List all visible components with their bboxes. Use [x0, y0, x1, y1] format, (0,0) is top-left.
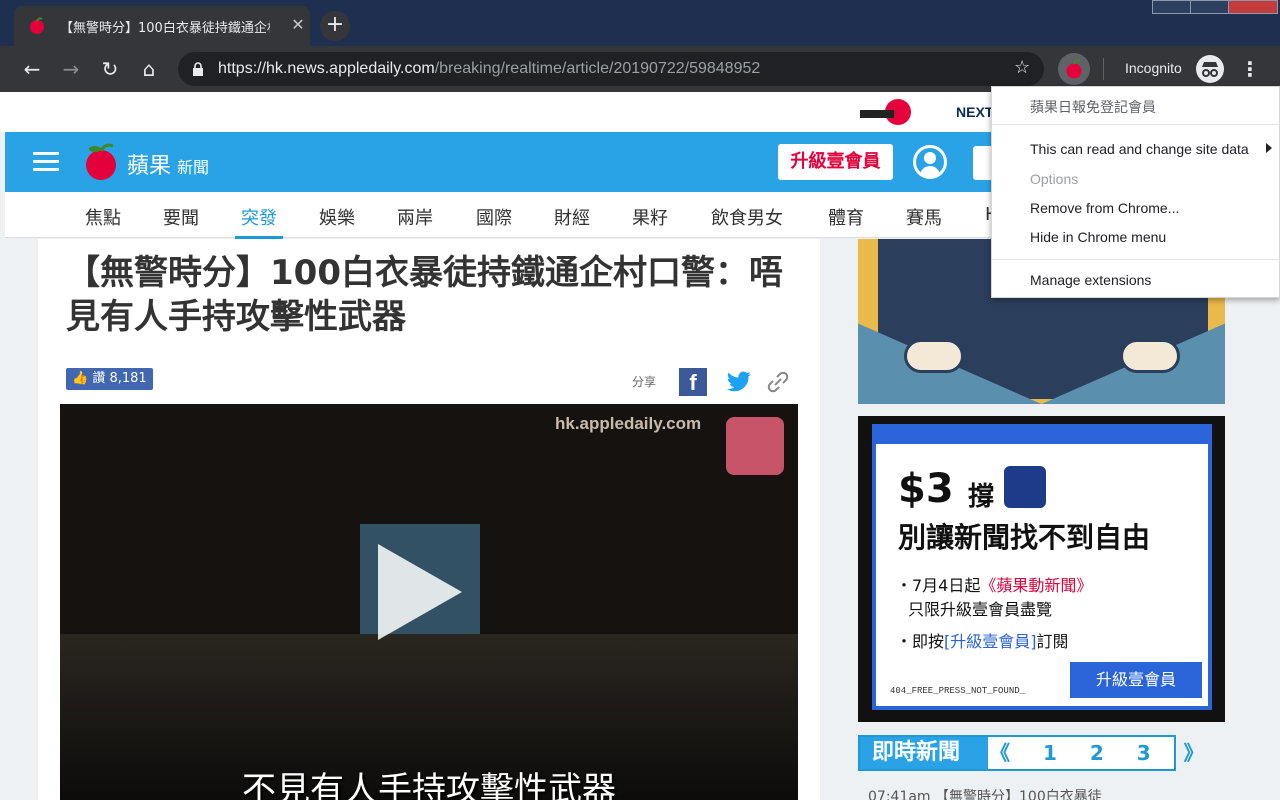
- tab-close-icon[interactable]: ✕: [288, 15, 308, 35]
- brand-name: 蘋果: [127, 154, 172, 179]
- menu-item-hide[interactable]: Hide in Chrome menu: [1030, 229, 1166, 245]
- ad-card: $3 撐 別讓新聞找不到自由 ・7月4日起《蘋果動新聞》 只限升級壹會員盡覽 ・…: [872, 424, 1212, 710]
- like-count: 讚 8,181: [92, 371, 147, 386]
- menu-divider: [992, 259, 1280, 260]
- page-1-button[interactable]: 1: [1043, 741, 1057, 765]
- apple-daily-print-logo-icon[interactable]: [858, 96, 914, 130]
- category-tab[interactable]: 國際: [476, 204, 512, 230]
- home-button[interactable]: ⌂: [135, 55, 163, 83]
- menu-header: 蘋果日報免登記會員: [1030, 100, 1156, 116]
- ad-bullet-2-text: ・即按: [896, 632, 945, 651]
- ad-bullet-2-highlight: [升級壹會員]: [944, 632, 1037, 651]
- apple-daily-extension-button[interactable]: [1058, 53, 1090, 85]
- category-tab[interactable]: 兩岸: [397, 204, 433, 230]
- page-3-button[interactable]: 3: [1137, 741, 1151, 765]
- tab-title: 【無警時分】100白衣暴徒持鐵通企村口: [60, 21, 270, 36]
- hamburger-menu-icon[interactable]: [33, 152, 59, 172]
- menu-item-site-data[interactable]: This can read and change site data: [1030, 141, 1249, 157]
- ad-error-text: 404_FREE_PRESS_NOT_FOUND_: [890, 686, 1026, 696]
- minimize-button[interactable]: [1152, 0, 1192, 14]
- ad-bullet-2-suffix: 訂閱: [1036, 632, 1069, 651]
- reload-button[interactable]: ↻: [96, 55, 124, 83]
- extension-context-menu: 蘋果日報免登記會員 This can read and change site …: [991, 86, 1280, 298]
- video-watermark: hk.appledaily.com: [555, 414, 702, 433]
- category-tab[interactable]: 體育: [828, 204, 864, 230]
- realtime-news-title: 即時新聞: [860, 737, 988, 769]
- apple-logo-icon: [86, 143, 116, 180]
- article-card: 【無警時分】100白衣暴徒持鐵通企村口警：唔見有人手持攻擊性武器 👍 讚 8,1…: [38, 239, 820, 800]
- category-tab[interactable]: 果籽: [632, 204, 668, 230]
- ad-bullet-1-line2: 只限升級壹會員盡覽: [908, 600, 1053, 619]
- ad-bullet-2: ・即按[升級壹會員]訂閱: [896, 628, 1069, 652]
- bookmark-star-icon[interactable]: ☆: [1014, 57, 1030, 78]
- ad-price: $3: [898, 466, 954, 512]
- ad-bullet-1: ・7月4日起《蘋果動新聞》: [896, 572, 1092, 596]
- news-pagination: 《 1 2 3 》: [990, 737, 1230, 769]
- forward-button[interactable]: →: [57, 55, 85, 83]
- category-tab[interactable]: 突發: [235, 204, 283, 240]
- menu-divider: [992, 124, 1280, 125]
- video-player[interactable]: hk.appledaily.com 不見有人手持攻擊性武器: [60, 404, 798, 800]
- facebook-share-icon[interactable]: f: [679, 368, 707, 396]
- category-tab[interactable]: 財經: [554, 204, 590, 230]
- menu-item-remove[interactable]: Remove from Chrome...: [1030, 200, 1179, 216]
- next-page-button[interactable]: 》: [1184, 741, 1204, 765]
- incognito-label: Incognito: [1125, 60, 1182, 76]
- twitter-share-icon[interactable]: [724, 367, 754, 397]
- category-tab[interactable]: 焦點: [85, 204, 121, 230]
- page-2-button[interactable]: 2: [1090, 741, 1104, 765]
- play-icon[interactable]: [378, 544, 462, 640]
- ad-slogan: 別讓新聞找不到自由: [898, 521, 1151, 554]
- maximize-button[interactable]: [1190, 0, 1230, 14]
- category-tab[interactable]: 飲食男女: [711, 204, 783, 230]
- ad-top-bar: [876, 428, 1208, 444]
- new-tab-button[interactable]: +: [320, 11, 350, 41]
- ad-bullet-1-text: ・7月4日起: [896, 576, 981, 595]
- ad-bullet-1-highlight: 《蘋果動新聞》: [980, 576, 1093, 595]
- apple-icon: [1066, 59, 1082, 79]
- cloud-icon: [904, 339, 964, 373]
- chrome-menu-button[interactable]: ⋮: [1240, 55, 1260, 83]
- realtime-news-header: 即時新聞 《 1 2 3 》: [858, 735, 1204, 771]
- brand-sub: 新聞: [177, 158, 210, 177]
- menu-item-manage-extensions[interactable]: Manage extensions: [1030, 272, 1151, 288]
- window-close-button[interactable]: [1228, 0, 1278, 14]
- url-host: https://hk.news.appledaily.com: [218, 60, 435, 77]
- article-headline: 【無警時分】100白衣暴徒持鐵通企村口警：唔見有人手持攻擊性武器: [66, 253, 783, 337]
- lock-icon: [193, 62, 203, 76]
- incognito-icon: [1196, 55, 1224, 83]
- url-text[interactable]: https://hk.news.appledaily.com/breaking/…: [218, 60, 760, 78]
- back-button[interactable]: ←: [18, 55, 46, 83]
- copy-link-icon[interactable]: [764, 368, 792, 396]
- upgrade-member-button[interactable]: 升級壹會員: [778, 144, 893, 180]
- toolbar-separator: [1103, 58, 1104, 80]
- news-list-item[interactable]: 07:41am 【無警時分】100白衣暴徒: [868, 786, 1102, 800]
- submenu-arrow-icon: [1266, 143, 1272, 153]
- site-logo[interactable]: 蘋果 新聞: [81, 142, 209, 182]
- browser-tab[interactable]: 【無警時分】100白衣暴徒持鐵通企村口 ✕: [14, 6, 310, 46]
- address-bar[interactable]: https://hk.news.appledaily.com/breaking/…: [178, 52, 1044, 86]
- user-avatar-icon[interactable]: [913, 145, 947, 179]
- next-logo[interactable]: NEXT: [956, 104, 993, 120]
- menu-item-options: Options: [1030, 171, 1079, 187]
- share-label: 分享: [632, 375, 657, 389]
- subscription-ad[interactable]: $3 撐 別讓新聞找不到自由 ・7月4日起《蘋果動新聞》 只限升級壹會員盡覽 ・…: [858, 416, 1225, 722]
- apple-app-icon: [1004, 466, 1046, 508]
- prev-page-button[interactable]: 《: [990, 741, 1010, 765]
- category-tab[interactable]: 賽馬: [906, 204, 942, 230]
- ad-price-suffix: 撐: [968, 482, 995, 512]
- thumbs-up-icon: 👍: [72, 371, 93, 386]
- category-tab[interactable]: 娛樂: [319, 204, 355, 230]
- apple-favicon-icon: [30, 17, 44, 34]
- tab-strip: 【無警時分】100白衣暴徒持鐵通企村口 ✕ +: [0, 0, 1280, 46]
- cloud-icon: [1120, 339, 1180, 373]
- watermark-apple-icon: [726, 417, 784, 475]
- video-subtitle: 不見有人手持攻擊性武器: [242, 770, 616, 800]
- category-tab[interactable]: 要聞: [163, 204, 199, 230]
- url-path: /breaking/realtime/article/20190722/5984…: [434, 60, 761, 77]
- facebook-like-button[interactable]: 👍 讚 8,181: [66, 368, 153, 390]
- ad-upgrade-button[interactable]: 升級壹會員: [1070, 662, 1202, 698]
